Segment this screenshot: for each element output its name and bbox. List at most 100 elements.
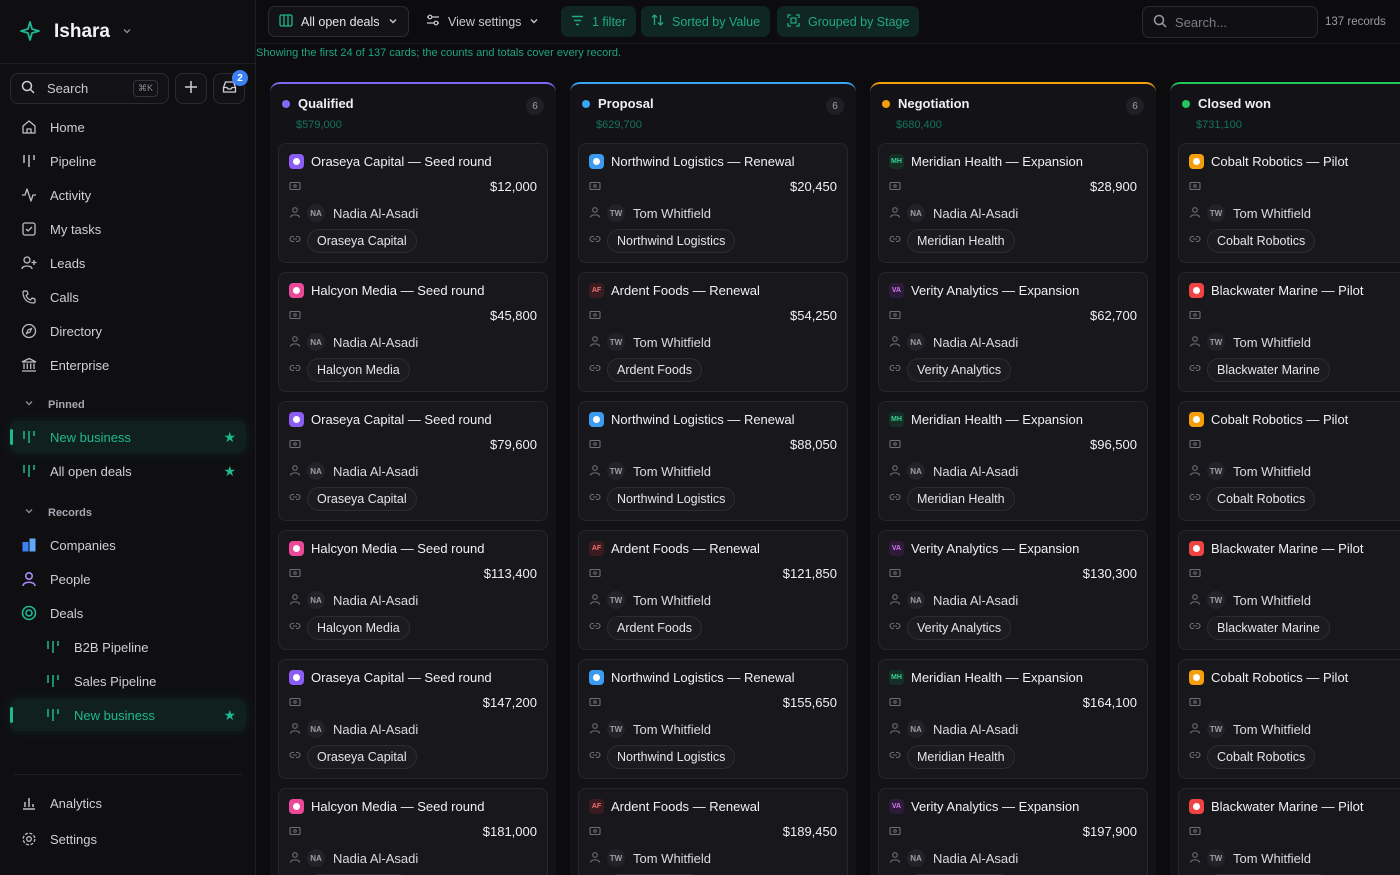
company-chip[interactable]: Ardent Foods — [607, 616, 703, 640]
sidebar-item-home[interactable]: Home — [10, 111, 246, 143]
deal-owner[interactable]: NA Nadia Al-Asadi — [307, 204, 418, 222]
deal-owner[interactable]: TW Tom Whitfield — [607, 591, 711, 609]
deal-card[interactable]: Blackwater Marine — Pilot$TWTom Whitfiel… — [1178, 272, 1400, 392]
company-chip[interactable]: Ardent Foods — [607, 358, 703, 382]
deal-card[interactable]: Northwind Logistics — Renewal $20,450 TW To… — [578, 143, 848, 263]
sidebar-item-calls[interactable]: Calls — [10, 281, 246, 313]
deal-owner[interactable]: TW Tom Whitfield — [607, 849, 711, 867]
deal-owner[interactable]: NA Nadia Al-Asadi — [907, 462, 1018, 480]
sidebar-item-deals[interactable]: Deals — [10, 597, 246, 629]
deal-owner[interactable]: NA Nadia Al-Asadi — [907, 591, 1018, 609]
company-chip[interactable]: Northwind Logistics — [607, 745, 736, 769]
deal-card[interactable]: Blackwater Marine — Pilot$20TWTom Whitfi… — [1178, 788, 1400, 875]
company-chip[interactable]: Cobalt Robotics — [1207, 745, 1316, 769]
sidebar-item-pipeline[interactable]: Pipeline — [10, 145, 246, 177]
company-chip[interactable]: Halcyon Media — [307, 616, 410, 640]
deal-card[interactable]: MH Meridian Health — Expansion $96,500 NA Na… — [878, 401, 1148, 521]
deal-card[interactable]: Oraseya Capital — Seed round $12,000 NA Nad… — [278, 143, 548, 263]
deal-card[interactable]: Cobalt Robotics — Pilot$17TWTom Whitfiel… — [1178, 659, 1400, 779]
sidebar-item-settings[interactable]: Settings — [10, 823, 246, 855]
deal-card[interactable]: AF Ardent Foods — Renewal $189,450 TW Tom Wh… — [578, 788, 848, 875]
deal-owner[interactable]: TW Tom Whitfield — [1207, 204, 1311, 222]
deal-card[interactable]: MH Meridian Health — Expansion $164,100 NA N… — [878, 659, 1148, 779]
company-chip[interactable]: Oraseya Capital — [307, 745, 417, 769]
company-chip[interactable]: Verity Analytics — [907, 616, 1012, 640]
sidebar-item-new-business[interactable]: New business ★ — [10, 421, 246, 453]
deal-owner[interactable]: TW Tom Whitfield — [1207, 462, 1311, 480]
sidebar-item-sales-pipeline[interactable]: Sales Pipeline — [10, 665, 246, 697]
deal-owner[interactable]: NA Nadia Al-Asadi — [907, 333, 1018, 351]
deal-card[interactable]: VA Verity Analytics — Expansion $62,700 NA N… — [878, 272, 1148, 392]
company-chip[interactable]: Cobalt Robotics — [1207, 229, 1316, 253]
deal-owner[interactable]: NA Nadia Al-Asadi — [307, 591, 418, 609]
column-header[interactable]: Negotiation — [882, 96, 970, 111]
deal-owner[interactable]: TW Tom Whitfield — [607, 204, 711, 222]
sidebar-item-all-open-deals[interactable]: All open deals ★ — [10, 455, 246, 487]
company-chip[interactable]: Meridian Health — [907, 487, 1015, 511]
sidebar-item-my-tasks[interactable]: My tasks — [10, 213, 246, 245]
deal-owner[interactable]: NA Nadia Al-Asadi — [907, 204, 1018, 222]
column-header[interactable]: Proposal — [582, 96, 654, 111]
deal-owner[interactable]: TW Tom Whitfield — [1207, 591, 1311, 609]
deal-owner[interactable]: NA Nadia Al-Asadi — [307, 333, 418, 351]
company-chip[interactable]: Oraseya Capital — [307, 487, 417, 511]
deal-card[interactable]: Halcyon Media — Seed round $113,400 NA Nadi… — [278, 530, 548, 650]
company-chip[interactable]: Cobalt Robotics — [1207, 487, 1316, 511]
deal-owner[interactable]: TW Tom Whitfield — [1207, 849, 1311, 867]
deal-card[interactable]: AF Ardent Foods — Renewal $121,850 TW Tom Wh… — [578, 530, 848, 650]
column-header[interactable]: Closed won — [1182, 96, 1271, 111]
deal-owner[interactable]: TW Tom Whitfield — [607, 333, 711, 351]
board-search-input[interactable]: Search... — [1142, 6, 1318, 38]
deal-owner[interactable]: NA Nadia Al-Asadi — [307, 462, 418, 480]
company-chip[interactable]: Oraseya Capital — [307, 229, 417, 253]
add-button[interactable] — [175, 73, 207, 104]
deal-card[interactable]: Halcyon Media — Seed round $45,800 NA Nadia… — [278, 272, 548, 392]
deal-owner[interactable]: NA Nadia Al-Asadi — [307, 849, 418, 867]
deal-card[interactable]: Oraseya Capital — Seed round $147,200 NA Na… — [278, 659, 548, 779]
deal-card[interactable]: Oraseya Capital — Seed round $79,600 NA Nad… — [278, 401, 548, 521]
sidebar-item-companies[interactable]: Companies — [10, 529, 246, 561]
sort-button[interactable]: Sorted by Value — [641, 6, 771, 37]
sidebar-item-people[interactable]: People — [10, 563, 246, 595]
deal-card[interactable]: Northwind Logistics — Renewal $88,050 TW To… — [578, 401, 848, 521]
deal-owner[interactable]: TW Tom Whitfield — [607, 462, 711, 480]
deal-card[interactable]: Halcyon Media — Seed round $181,000 NA Nadi… — [278, 788, 548, 875]
company-chip[interactable]: Meridian Health — [907, 745, 1015, 769]
deal-owner[interactable]: TW Tom Whitfield — [1207, 333, 1311, 351]
deal-card[interactable]: Northwind Logistics — Renewal $155,650 TW T… — [578, 659, 848, 779]
workspace-switcher[interactable]: Ishara — [20, 18, 132, 46]
star-icon[interactable]: ★ — [223, 707, 236, 724]
column-header[interactable]: Qualified — [282, 96, 354, 111]
company-chip[interactable]: Blackwater Marine — [1207, 616, 1330, 640]
company-chip[interactable]: Northwind Logistics — [607, 487, 736, 511]
deal-card[interactable]: Blackwater Marine — Pilot$13TWTom Whitfi… — [1178, 530, 1400, 650]
deal-card[interactable]: VA Verity Analytics — Expansion $130,300 NA… — [878, 530, 1148, 650]
deal-card[interactable]: Cobalt Robotics — Pilot$3TWTom Whitfield… — [1178, 143, 1400, 263]
deal-card[interactable]: MH Meridian Health — Expansion $28,900 NA Na… — [878, 143, 1148, 263]
sidebar-item-b2b-pipeline[interactable]: B2B Pipeline — [10, 631, 246, 663]
sidebar-item-new-business-view[interactable]: New business ★ — [10, 699, 246, 731]
pinned-section-header[interactable]: Pinned — [24, 398, 85, 411]
sidebar-item-analytics[interactable]: Analytics — [10, 787, 246, 819]
sidebar-item-enterprise[interactable]: Enterprise — [10, 349, 246, 381]
star-icon[interactable]: ★ — [223, 463, 236, 480]
deal-card[interactable]: AF Ardent Foods — Renewal $54,250 TW Tom Whi… — [578, 272, 848, 392]
deal-owner[interactable]: NA Nadia Al-Asadi — [907, 720, 1018, 738]
sidebar-search-button[interactable]: Search ⌘K — [10, 73, 169, 104]
company-chip[interactable]: Verity Analytics — [907, 358, 1012, 382]
view-settings-button[interactable]: View settings — [416, 6, 549, 37]
deal-card[interactable]: Cobalt Robotics — Pilot$10TWTom Whitfiel… — [1178, 401, 1400, 521]
company-chip[interactable]: Northwind Logistics — [607, 229, 736, 253]
group-button[interactable]: Grouped by Stage — [777, 6, 920, 37]
sidebar-item-leads[interactable]: Leads — [10, 247, 246, 279]
company-chip[interactable]: Meridian Health — [907, 229, 1015, 253]
company-chip[interactable]: Blackwater Marine — [1207, 358, 1330, 382]
sidebar-item-directory[interactable]: Directory — [10, 315, 246, 347]
company-chip[interactable]: Halcyon Media — [307, 358, 410, 382]
filter-button[interactable]: 1 filter — [561, 6, 637, 37]
deal-owner[interactable]: TW Tom Whitfield — [607, 720, 711, 738]
deal-card[interactable]: VA Verity Analytics — Expansion $197,900 NA… — [878, 788, 1148, 875]
view-selector[interactable]: All open deals — [268, 6, 409, 37]
deal-owner[interactable]: NA Nadia Al-Asadi — [307, 720, 418, 738]
deal-owner[interactable]: NA Nadia Al-Asadi — [907, 849, 1018, 867]
